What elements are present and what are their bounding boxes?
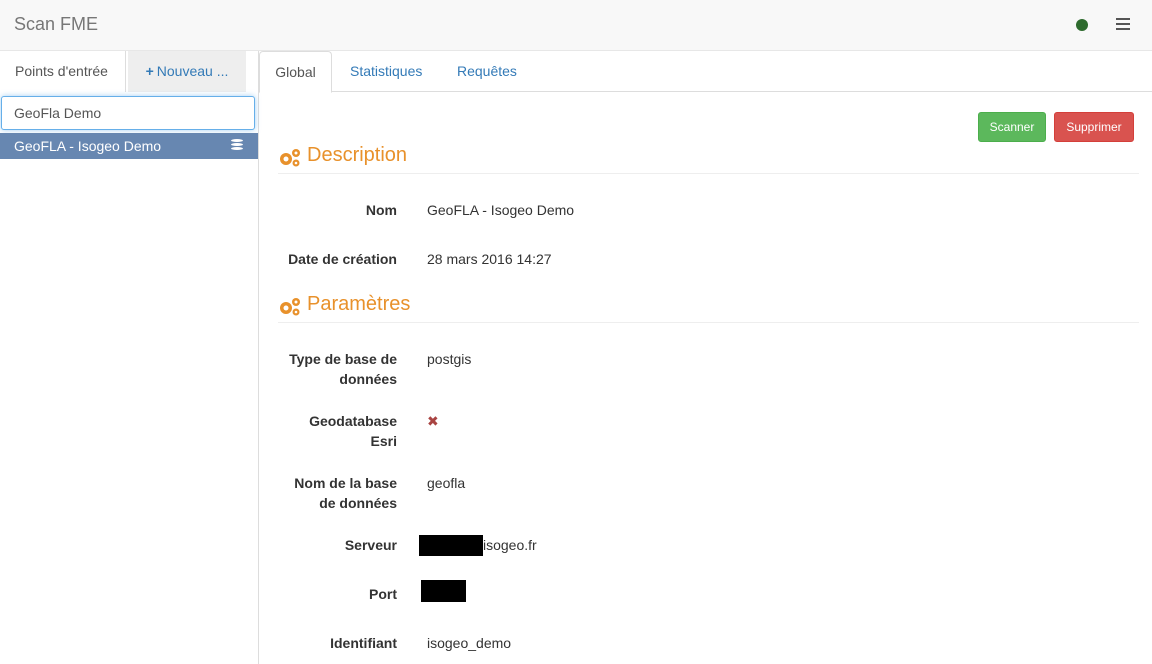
creation-date-value: 28 mars 2016 14:27 [427, 251, 552, 267]
left-panel: Points d'entrée +Nouveau ... GeoFLA - Is… [0, 51, 259, 664]
parameters-title: Paramètres [307, 293, 411, 315]
description-title: Description [307, 144, 408, 166]
db-name-value: geofla [427, 475, 466, 491]
tab-entry-points[interactable]: Points d'entrée [0, 51, 126, 92]
db-name-label: Nom de la base de données [294, 475, 397, 511]
main-tabs: Global Statistiques Requêtes [259, 51, 1152, 93]
tab-statistics[interactable]: Statistiques [350, 51, 422, 92]
list-item[interactable]: GeoFLA - Isogeo Demo [0, 133, 258, 159]
scan-button[interactable]: Scanner [978, 112, 1046, 142]
server-value: isogeo.fr [483, 537, 537, 553]
identifier-value: isogeo_demo [427, 635, 512, 651]
parameters-section-header: Paramètres [278, 293, 1139, 323]
tab-requests[interactable]: Requêtes [457, 51, 517, 92]
db-type-value: postgis [427, 351, 472, 367]
port-label: Port [369, 586, 397, 602]
search-input[interactable] [1, 96, 255, 130]
app-title[interactable]: Scan FME [14, 14, 98, 35]
delete-button[interactable]: Supprimer [1054, 112, 1134, 142]
redacted-block [419, 535, 483, 556]
database-icon [231, 139, 243, 153]
name-label: Nom [365, 202, 397, 218]
server-label: Serveur [344, 537, 397, 553]
gears-icon [280, 298, 300, 316]
status-indicator-icon [1076, 19, 1088, 31]
description-section-header: Description [278, 144, 1139, 174]
tab-global[interactable]: Global [259, 51, 332, 93]
name-value: GeoFLA - Isogeo Demo [427, 202, 575, 218]
geodatabase-label: Geodatabase Esri [309, 413, 397, 449]
list-item-label: GeoFLA - Isogeo Demo [14, 138, 162, 154]
close-icon: ✖ [427, 413, 439, 429]
tab-new-label: Nouveau ... [156, 63, 229, 79]
gears-icon [280, 149, 300, 167]
db-type-label: Type de base de données [289, 351, 397, 387]
left-tabs: Points d'entrée + Nouveau ... [0, 51, 258, 92]
creation-date-label: Date de création [288, 251, 397, 267]
top-navbar: Scan FME [0, 0, 1152, 51]
hamburger-menu-icon[interactable] [1116, 18, 1130, 32]
tab-new[interactable]: + Nouveau ... [128, 51, 246, 92]
identifier-label: Identifiant [330, 635, 397, 651]
redacted-block [421, 580, 466, 602]
plus-icon: + [145, 63, 154, 79]
